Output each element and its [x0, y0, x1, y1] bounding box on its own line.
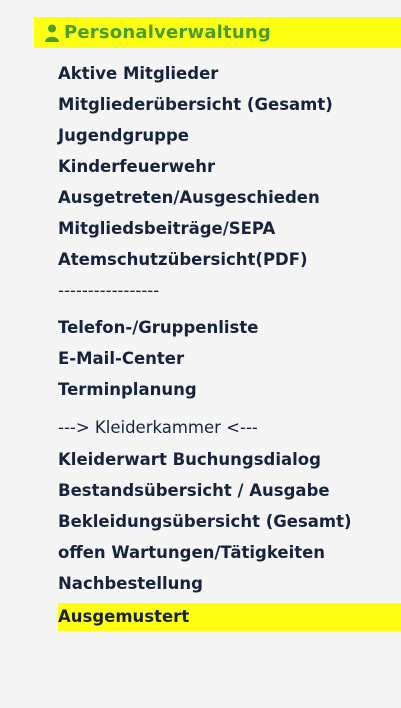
menu-item-kleiderwart-buchungsdialog[interactable]: Kleiderwart Buchungsdialog: [58, 446, 321, 474]
menu-item-nachbestellung[interactable]: Nachbestellung: [58, 570, 203, 598]
personnel-menu-panel: Personalverwaltung Aktive Mitglieder Mit…: [0, 0, 401, 708]
menu-separator: -----------------: [58, 281, 160, 300]
menu-item-mitgliederuebersicht[interactable]: Mitgliederübersicht (Gesamt): [58, 91, 333, 119]
menu-heading-kleiderkammer: ---> Kleiderkammer <---: [58, 418, 258, 437]
menu-item-ausgetreten[interactable]: Ausgetreten/Ausgeschieden: [58, 184, 320, 212]
menu-header-personalverwaltung[interactable]: Personalverwaltung: [34, 17, 401, 48]
menu-item-email-center[interactable]: E-Mail-Center: [58, 345, 184, 373]
menu-header-title: Personalverwaltung: [64, 22, 271, 43]
menu-item-atemschutzuebersicht[interactable]: Atemschutzübersicht(PDF): [58, 246, 308, 274]
user-icon: [44, 24, 60, 42]
menu-item-bekleidungsuebersicht[interactable]: Bekleidungsübersicht (Gesamt): [58, 508, 352, 536]
menu-item-kinderfeuerwehr[interactable]: Kinderfeuerwehr: [58, 153, 215, 181]
menu-item-terminplanung[interactable]: Terminplanung: [58, 376, 197, 404]
menu-item-jugendgruppe[interactable]: Jugendgruppe: [58, 122, 189, 150]
menu-item-bestandsuebersicht[interactable]: Bestandsübersicht / Ausgabe: [58, 477, 330, 505]
menu-item-aktive-mitglieder[interactable]: Aktive Mitglieder: [58, 60, 218, 88]
menu-item-offen-wartungen[interactable]: offen Wartungen/Tätigkeiten: [58, 539, 325, 567]
menu-item-telefonliste[interactable]: Telefon-/Gruppenliste: [58, 314, 258, 342]
menu-item-mitgliedsbeitraege[interactable]: Mitgliedsbeiträge/SEPA: [58, 215, 275, 243]
menu-item-ausgemustert[interactable]: Ausgemustert: [58, 603, 401, 631]
